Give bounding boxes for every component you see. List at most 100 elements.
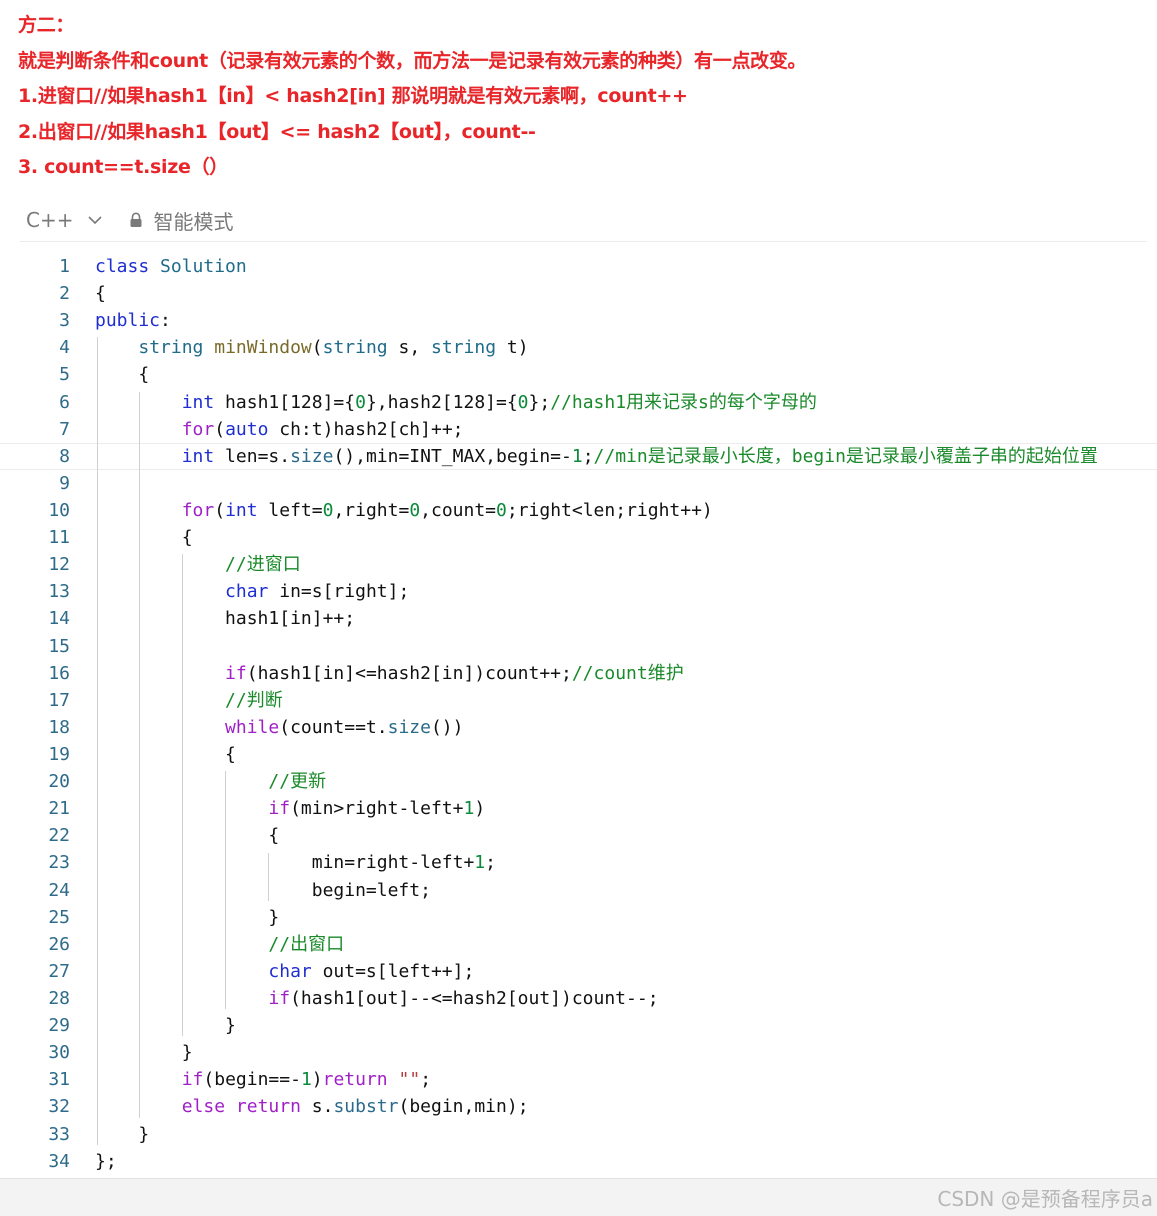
code-line[interactable]: 29 }: [0, 1012, 1157, 1039]
line-number: 1: [59, 256, 70, 277]
toolbar-divider: [20, 241, 1147, 242]
code-line[interactable]: 26 //出窗口: [0, 931, 1157, 958]
line-number: 11: [48, 527, 70, 549]
note-line-1: 就是判断条件和count（记录有效元素的个数，而方法一是记录有效元素的种类）有一…: [18, 49, 807, 72]
line-number: 2: [59, 283, 70, 305]
code-text: }: [95, 1042, 193, 1064]
code-line[interactable]: 23 min=right-left+1;: [0, 849, 1157, 876]
code-text: }: [95, 1015, 236, 1037]
line-number: 21: [48, 798, 70, 820]
code-line[interactable]: 27 char out=s[left++];: [0, 958, 1157, 985]
line-number: 10: [48, 499, 70, 521]
line-number: 3: [59, 310, 70, 332]
line-number: 23: [48, 852, 70, 874]
code-line[interactable]: 4 string minWindow(string s, string t): [0, 334, 1157, 361]
indent-guide: [268, 852, 269, 901]
code-line[interactable]: 30 }: [0, 1039, 1157, 1066]
line-number: 19: [48, 743, 70, 765]
code-line[interactable]: 31 if(begin==-1)return "";: [0, 1066, 1157, 1093]
line-number: 5: [59, 364, 70, 386]
code-text: begin=left;: [95, 879, 431, 901]
line-number: 4: [59, 337, 70, 359]
code-text: int hash1[128]={0},hash2[128]={0};//hash…: [181, 391, 817, 413]
code-line[interactable]: 25 }: [0, 904, 1157, 931]
code-line[interactable]: 9: [0, 470, 1157, 497]
code-line[interactable]: 17 //判断: [0, 687, 1157, 714]
code-line[interactable]: 14 hash1[in]++;: [0, 605, 1157, 632]
code-line[interactable]: 32 else return s.substr(begin,min);: [0, 1093, 1157, 1120]
language-label: C++: [26, 208, 74, 232]
code-line[interactable]: 18 while(count==t.size()): [0, 714, 1157, 741]
mode-label: 智能模式: [153, 209, 234, 234]
code-text: hash1[in]++;: [95, 608, 356, 630]
code-line[interactable]: 7 for(auto ch:t)hash2[ch]++;: [0, 416, 1157, 443]
smart-mode-toggle[interactable]: 智能模式: [129, 206, 233, 235]
code-line[interactable]: 11 {: [0, 524, 1157, 551]
code-line[interactable]: 3 public:: [0, 307, 1157, 334]
code-text: //判断: [225, 689, 283, 711]
code-text: if(hash1[out]--<=hash2[out])count--;: [268, 987, 659, 1009]
code-line[interactable]: 5 {: [0, 361, 1157, 388]
line-number: 25: [48, 906, 70, 928]
code-line[interactable]: 33 }: [0, 1121, 1157, 1148]
line-number: 7: [59, 418, 70, 440]
line-number: 14: [48, 608, 70, 630]
line-number: 16: [48, 662, 70, 684]
line-number: 34: [48, 1150, 70, 1172]
notes-block: 方二： 就是判断条件和count（记录有效元素的个数，而方法一是记录有效元素的种…: [18, 8, 1148, 186]
code-line[interactable]: 21 if(min>right-left+1): [0, 795, 1157, 822]
code-text: };: [95, 1150, 117, 1172]
code-line[interactable]: 2{: [0, 280, 1157, 307]
code-text: int len=s.size(),min=INT_MAX,begin=-1;//…: [181, 445, 1098, 467]
line-number: 32: [48, 1096, 70, 1118]
code-toolbar: C++ 智能模式: [26, 200, 233, 240]
language-selector[interactable]: C++: [26, 208, 103, 232]
code-editor[interactable]: 1 class Solution 2{3 public: 4 string minWin…: [0, 253, 1157, 1175]
code-line[interactable]: 12 //进窗口: [0, 551, 1157, 578]
code-text: //更新: [268, 771, 327, 793]
code-line[interactable]: 13 char in=s[right];: [0, 578, 1157, 605]
code-text: }: [95, 1123, 150, 1145]
code-line[interactable]: 6 int hash1[128]={0},hash2[128]={0};//ha…: [0, 389, 1157, 416]
code-line[interactable]: 16 if(hash1[in]<=hash2[in])count++;//cou…: [0, 660, 1157, 687]
note-line-3: 2.出窗口//如果hash1【out】<= hash2【out】，count--: [18, 120, 536, 143]
line-number: 15: [48, 635, 70, 657]
line-number: 29: [48, 1015, 70, 1037]
code-line[interactable]: 19 {: [0, 741, 1157, 768]
indent-guide: [225, 771, 226, 1010]
code-line[interactable]: 1 class Solution: [0, 253, 1157, 280]
indent-guide: [182, 554, 183, 1037]
line-number: 12: [48, 554, 70, 576]
code-text: for(int left=0,right=0,count=0;right<len…: [181, 499, 713, 521]
line-number: 20: [48, 771, 70, 793]
lock-icon: [130, 212, 142, 227]
note-line-4: 3. count==t.size（）: [18, 156, 229, 178]
line-number: 26: [48, 933, 70, 955]
code-line[interactable]: 8 int len=s.size(),min=INT_MAX,begin=-1;…: [0, 442, 1157, 470]
code-line[interactable]: 28 if(hash1[out]--<=hash2[out])count--;: [0, 985, 1157, 1012]
code-line[interactable]: 15: [0, 633, 1157, 660]
line-number: 8: [59, 445, 70, 467]
code-text: //出窗口: [268, 933, 345, 955]
code-text: public:: [95, 310, 171, 332]
indent-guide: [97, 337, 98, 1145]
code-line[interactable]: 10 for(int left=0,right=0,count=0;right<…: [0, 497, 1157, 524]
code-text: min=right-left+1;: [95, 852, 496, 874]
indent-guide: [139, 391, 140, 1118]
line-number: 17: [48, 689, 70, 711]
line-number: 30: [48, 1042, 70, 1064]
code-text: char in=s[right];: [225, 581, 410, 603]
code-text: char out=s[left++];: [268, 960, 475, 982]
line-number: 33: [48, 1123, 70, 1145]
code-text: {: [95, 825, 280, 847]
line-number: 28: [48, 987, 70, 1009]
code-text: //进窗口: [225, 554, 301, 576]
code-text: for(auto ch:t)hash2[ch]++;: [181, 418, 464, 440]
code-line[interactable]: 34};: [0, 1148, 1157, 1175]
code-line[interactable]: 24 begin=left;: [0, 877, 1157, 904]
code-line[interactable]: 20 //更新: [0, 768, 1157, 795]
line-number: 18: [48, 716, 70, 738]
code-text: string minWindow(string s, string t): [138, 337, 529, 359]
watermark: CSDN @是预备程序员a: [937, 1187, 1153, 1211]
code-line[interactable]: 22 {: [0, 822, 1157, 849]
